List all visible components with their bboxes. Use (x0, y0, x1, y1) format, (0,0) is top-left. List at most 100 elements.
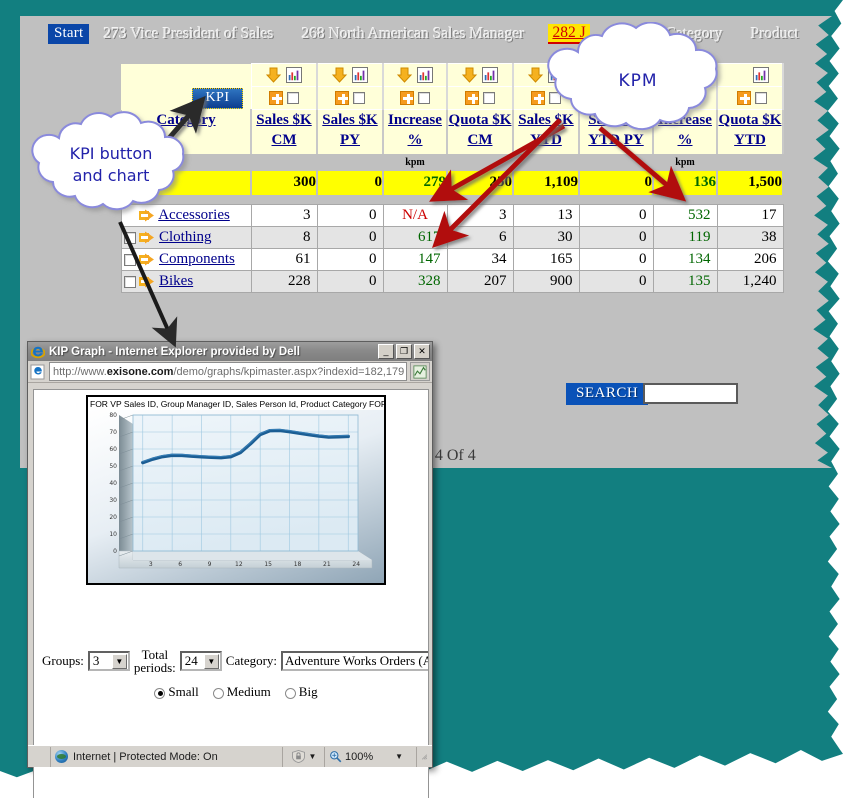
column-header-quota-cm[interactable]: Quota $K CM (446, 109, 514, 154)
column-checkbox[interactable] (754, 91, 767, 104)
chevron-down-icon[interactable]: ▼ (309, 752, 317, 761)
sort-down-icon[interactable] (266, 67, 282, 83)
search-button[interactable]: SEARCH (566, 383, 649, 405)
drill-down-arrow-icon[interactable] (139, 275, 155, 288)
column-checkbox[interactable] (482, 91, 495, 104)
breadcrumb-item-na-manager[interactable]: 268 North American Sales Manager (287, 25, 538, 43)
column-checkbox[interactable] (417, 91, 430, 104)
breadcrumb-start[interactable]: Start (48, 24, 90, 44)
header-line2: % (407, 132, 423, 148)
column-header-sales-cm[interactable]: Sales $K CM (250, 109, 318, 154)
row-checkbox[interactable] (123, 275, 136, 288)
ie-titlebar[interactable]: KIP Graph - Internet Explorer provided b… (28, 342, 432, 361)
radio-icon[interactable] (284, 687, 296, 699)
row-name-cell[interactable]: Components (120, 248, 252, 271)
svg-text:24: 24 (352, 561, 360, 568)
svg-text:3: 3 (149, 561, 153, 568)
sort-down-icon[interactable] (462, 67, 478, 83)
groups-select[interactable]: 3 ▼ (87, 651, 130, 671)
breadcrumb-item-vp-sales[interactable]: 273 Vice President of Sales (89, 25, 287, 43)
go-button[interactable] (410, 362, 430, 381)
row-link-components[interactable]: Components (159, 251, 235, 267)
radio-option-big[interactable]: Big (284, 684, 318, 700)
total-sales-ytd: 1,109 (512, 170, 580, 195)
chevron-down-icon[interactable]: ▼ (203, 653, 219, 669)
table-row[interactable]: Clothing 8 0 617 6 30 0 119 38 (120, 226, 784, 249)
row-name-cell[interactable]: Bikes (120, 270, 252, 293)
sort-down-icon[interactable] (397, 67, 413, 83)
table-row[interactable]: Bikes 228 0 328 207 900 0 135 1,240 (120, 270, 784, 293)
svg-text:0: 0 (113, 548, 117, 555)
row-name-cell[interactable]: Clothing (120, 226, 252, 249)
radio-icon[interactable] (154, 687, 166, 699)
plus-icon[interactable] (269, 90, 283, 105)
url-domain: exisone.com (106, 365, 174, 378)
cell-sales-ytd: 13 (512, 204, 580, 227)
chart-controls-row: Groups: 3 ▼ Total periods: 24 ▼ Category… (42, 648, 428, 674)
category-input[interactable]: Adventure Works Orders (A (281, 651, 428, 671)
chart-icon[interactable] (481, 66, 498, 83)
minimize-button[interactable]: _ (378, 344, 394, 359)
chart-icon[interactable] (416, 66, 433, 83)
plus-icon[interactable] (737, 90, 752, 105)
maximize-button[interactable]: ❐ (396, 344, 412, 359)
svg-text:10: 10 (109, 531, 117, 538)
add-cell-sales-cm[interactable] (250, 86, 318, 110)
row-checkbox[interactable] (123, 231, 136, 244)
plus-icon[interactable] (465, 90, 480, 105)
sort-cell-increase-pct[interactable] (382, 63, 448, 87)
row-checkbox[interactable] (123, 253, 136, 266)
total-periods-select[interactable]: 24 ▼ (179, 651, 222, 671)
sort-down-icon[interactable] (332, 67, 348, 83)
ie-window[interactable]: KIP Graph - Internet Explorer provided b… (27, 341, 433, 798)
kpi-button[interactable]: KPI (192, 87, 243, 109)
ie-status-bar: Internet | Protected Mode: On ▼ 100% ▼ (28, 745, 432, 767)
cell-sales-cm: 228 (250, 270, 318, 293)
row-link-bikes[interactable]: Bikes (159, 273, 193, 289)
table-row[interactable]: Components 61 0 147 34 165 0 134 206 (120, 248, 784, 271)
cloud-shape (31, 111, 185, 211)
drill-down-arrow-icon[interactable] (139, 253, 155, 266)
internet-zone-icon (55, 750, 68, 763)
column-header-increase-pct[interactable]: Increase % (382, 109, 448, 154)
sort-cell-sales-py[interactable] (316, 63, 384, 87)
zoom-segment[interactable]: 100% ▼ (324, 746, 416, 767)
cell-increase-pct: 617 (382, 226, 448, 249)
add-cell-increase-pct[interactable] (382, 86, 448, 110)
cell-sales-ytd-py: 0 (578, 270, 654, 293)
column-header-sales-py[interactable]: Sales $K PY (316, 109, 384, 154)
radio-icon[interactable] (212, 687, 224, 699)
svg-text:70: 70 (109, 429, 117, 436)
chevron-down-icon[interactable]: ▼ (111, 653, 127, 669)
close-button[interactable]: ✕ (414, 344, 430, 359)
plus-icon[interactable] (335, 90, 350, 105)
chart-icon[interactable] (753, 66, 769, 83)
column-checkbox[interactable] (352, 91, 365, 104)
total-quota-ytd: 1,500 (716, 170, 784, 195)
protected-mode-segment[interactable]: ▼ (282, 746, 324, 767)
security-zone-segment[interactable]: Internet | Protected Mode: On (50, 746, 282, 767)
cell-sales-ytd-py: 0 (578, 204, 654, 227)
search-input[interactable] (643, 383, 738, 404)
chart-icon[interactable] (285, 66, 302, 83)
table-row[interactable]: Accessories 3 0 N/A 3 13 0 532 17 (120, 204, 784, 227)
radio-option-small[interactable]: Small (154, 684, 199, 700)
plus-icon[interactable] (400, 90, 415, 105)
ie-url-bar[interactable]: http://www. exisone.com/demo/graphs/kpima… (49, 362, 407, 381)
radio-option-medium[interactable]: Medium (212, 684, 271, 700)
cell-quota-ytd: 17 (716, 204, 784, 227)
sort-cell-quota-cm[interactable] (446, 63, 514, 87)
add-cell-quota-cm[interactable] (446, 86, 514, 110)
header-line2: CM (271, 132, 297, 148)
row-link-clothing[interactable]: Clothing (159, 229, 212, 245)
kpm-marker-row: kpm kpm (121, 153, 783, 171)
resize-grip[interactable] (416, 746, 432, 767)
groups-value: 3 (92, 653, 100, 668)
breadcrumb-item-product[interactable]: Product (737, 25, 813, 43)
drill-down-arrow-icon[interactable] (139, 231, 155, 244)
chevron-down-icon[interactable]: ▼ (395, 752, 403, 761)
sort-cell-sales-cm[interactable] (250, 63, 318, 87)
chart-icon[interactable] (351, 66, 368, 83)
add-cell-sales-py[interactable] (316, 86, 384, 110)
column-checkbox[interactable] (286, 91, 299, 104)
